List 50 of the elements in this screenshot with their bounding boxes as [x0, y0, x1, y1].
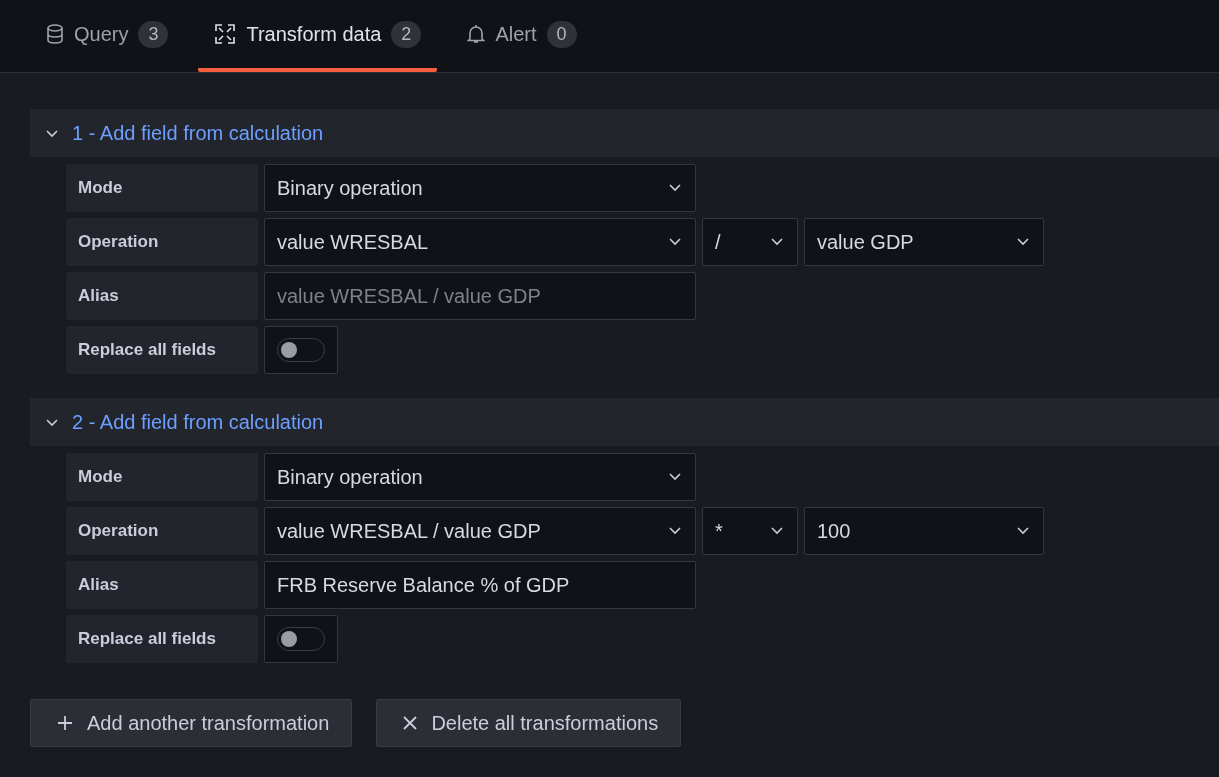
count-badge: 0	[546, 20, 577, 48]
add-button[interactable]: Add another transformation	[30, 699, 353, 747]
close-icon	[403, 716, 418, 730]
field-select[interactable]: value WRESBAL	[264, 218, 696, 266]
chevron-down-icon	[46, 127, 58, 139]
transform-icon	[214, 23, 237, 45]
field-label: Replace all fields	[66, 615, 258, 663]
mode-select[interactable]: Binary operation	[264, 453, 696, 501]
delete-button[interactable]: Delete all transformations	[376, 699, 682, 747]
mode-select[interactable]: Binary operation	[264, 164, 696, 212]
field-label: Operation	[66, 507, 258, 555]
field-label: Mode	[66, 453, 258, 501]
tab-label: Transform data	[246, 22, 382, 46]
field-select[interactable]: value GDP	[804, 218, 1044, 266]
section-title: 1 - Add field from calculation	[72, 121, 324, 145]
tab[interactable]: Query 3	[30, 0, 185, 72]
chevron-down-icon	[669, 238, 681, 246]
field-select[interactable]: 100	[804, 507, 1044, 555]
toggle-switch[interactable]	[277, 338, 325, 362]
plus-icon	[57, 715, 73, 731]
chevron-down-icon	[669, 184, 681, 192]
tab[interactable]: Alert 0	[451, 0, 593, 72]
field-label: Mode	[66, 164, 258, 212]
chevron-down-icon	[1017, 238, 1029, 246]
field-label: Operation	[66, 218, 258, 266]
section-header[interactable]: 2 - Add field from calculation	[30, 398, 1219, 446]
field-label: Alias	[66, 272, 258, 320]
count-badge: 2	[391, 20, 422, 48]
chevron-down-icon	[1017, 527, 1029, 535]
bell-icon	[467, 24, 486, 44]
section-header[interactable]: 1 - Add field from calculation	[30, 109, 1219, 157]
tab-label: Alert	[495, 22, 537, 46]
field-label: Alias	[66, 561, 258, 609]
operator-select[interactable]: /	[702, 218, 798, 266]
chevron-down-icon	[771, 238, 783, 246]
section-title: 2 - Add field from calculation	[72, 410, 324, 434]
tab-label: Query	[74, 22, 129, 46]
toggle-switch[interactable]	[277, 627, 325, 651]
field-label: Replace all fields	[66, 326, 258, 374]
chevron-down-icon	[771, 527, 783, 535]
tab[interactable]: Transform data 2	[198, 0, 438, 72]
chevron-down-icon	[669, 473, 681, 481]
field-select[interactable]: value WRESBAL / value GDP	[264, 507, 696, 555]
alias-input[interactable]: value WRESBAL / value GDP	[264, 272, 696, 320]
chevron-down-icon	[669, 527, 681, 535]
database-icon	[46, 24, 64, 44]
count-badge: 3	[138, 20, 169, 48]
chevron-down-icon	[46, 416, 58, 428]
alias-input[interactable]: FRB Reserve Balance % of GDP	[264, 561, 696, 609]
operator-select[interactable]: *	[702, 507, 798, 555]
